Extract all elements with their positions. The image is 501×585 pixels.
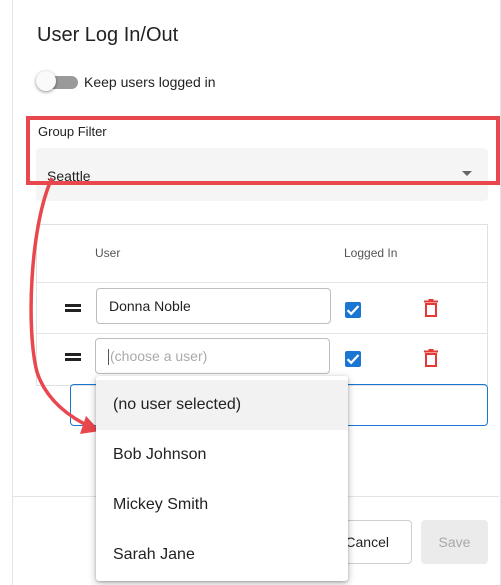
menu-item-sarah-jane[interactable]: Sarah Jane [96,530,348,580]
user-dropdown-menu: (no user selected) Bob Johnson Mickey Sm… [96,376,348,581]
menu-item-no-user[interactable]: (no user selected) [96,380,348,430]
user-input-placeholder: (choose a user) [110,348,208,364]
keep-logged-in-label: Keep users logged in [84,74,216,90]
menu-item-bob-johnson[interactable]: Bob Johnson [96,430,348,480]
text-cursor [108,349,109,366]
logged-in-checkbox-row-2[interactable] [345,351,361,367]
save-button[interactable]: Save [421,520,488,564]
row-divider [37,282,487,283]
checkbox-checked-icon [346,305,360,316]
drag-handle-icon[interactable] [65,304,81,312]
logged-in-checkbox-row-1[interactable] [345,302,361,318]
trash-icon[interactable] [424,299,438,322]
annotation-highlight-box [26,116,500,185]
checkbox-checked-icon [346,354,360,365]
keep-logged-in-toggle[interactable] [36,71,80,91]
drag-handle-icon[interactable] [65,353,81,361]
dialog-title: User Log In/Out [37,24,179,46]
column-header-user: User [95,246,121,260]
user-input-row-2[interactable]: (choose a user) [95,338,330,374]
row-divider [37,333,487,334]
column-header-logged-in: Logged In [344,246,398,260]
toggle-knob [36,71,56,91]
menu-item-mickey-smith[interactable]: Mickey Smith [96,480,348,530]
user-input-row-1[interactable]: Donna Noble [96,288,331,324]
trash-icon[interactable] [424,349,438,372]
